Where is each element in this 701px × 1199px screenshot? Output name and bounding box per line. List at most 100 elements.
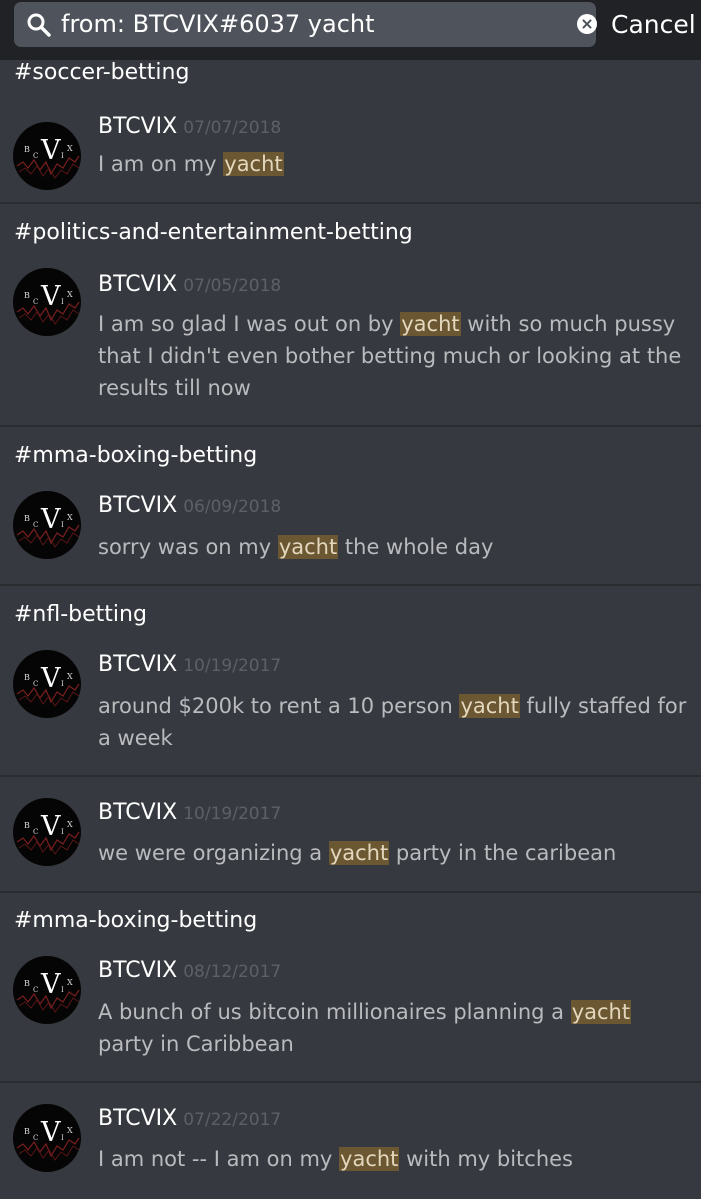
channel-name[interactable]: #soccer-betting — [14, 60, 189, 85]
avatar-letter: B — [24, 291, 30, 300]
avatar-letter: X — [67, 1126, 73, 1135]
avatar[interactable]: B C V I X — [13, 491, 81, 559]
search-highlight: yacht — [223, 152, 284, 176]
search-highlight: yacht — [570, 1000, 632, 1024]
avatar-letter: X — [67, 144, 73, 153]
message-timestamp: 07/05/2018 — [183, 276, 282, 296]
message-author[interactable]: BTCVIX — [98, 958, 177, 983]
avatar-letter: I — [61, 680, 64, 688]
avatar[interactable]: B C V I X — [13, 122, 81, 190]
divider — [0, 1081, 701, 1083]
avatar-letter: X — [67, 290, 73, 299]
message-author-line: BTCVIX 07/07/2018 — [98, 114, 281, 139]
message-author[interactable]: BTCVIX — [98, 114, 177, 139]
search-highlight: yacht — [277, 535, 339, 559]
message-text[interactable]: we were organizing a yacht party in the … — [98, 837, 688, 869]
avatar-letter: I — [61, 828, 64, 836]
message-author-line: BTCVIX 06/09/2018 — [98, 493, 281, 518]
message-author-line: BTCVIX 10/19/2017 — [98, 800, 281, 825]
search-input[interactable]: from: BTCVIX#6037 yacht — [14, 2, 597, 47]
message-text-before: A bunch of us bitcoin millionaires plann… — [98, 1000, 571, 1024]
message-text[interactable]: A bunch of us bitcoin millionaires plann… — [98, 996, 688, 1060]
channel-name[interactable]: #mma-boxing-betting — [14, 908, 257, 933]
avatar-letter: B — [24, 673, 30, 682]
message-text-after: with my bitches — [399, 1147, 573, 1171]
message-text[interactable]: around $200k to rent a 10 person yacht f… — [98, 690, 688, 754]
avatar-letter: I — [61, 1134, 64, 1142]
avatar-letter: B — [24, 514, 30, 523]
message-author[interactable]: BTCVIX — [98, 272, 177, 297]
message-timestamp: 06/09/2018 — [183, 497, 282, 517]
message-text-after: party in Caribbean — [98, 1032, 294, 1056]
search-icon — [27, 13, 51, 37]
avatar[interactable]: B C V I X — [13, 798, 81, 866]
avatar-letter: V — [41, 811, 61, 842]
search-query-text: from: BTCVIX#6037 yacht — [61, 10, 375, 38]
avatar-letter: V — [41, 281, 61, 312]
avatar-letter: V — [41, 663, 61, 694]
search-header: from: BTCVIX#6037 yacht Cancel — [0, 0, 701, 60]
avatar-letter: X — [67, 672, 73, 681]
message-author-line: BTCVIX 07/22/2017 — [98, 1106, 281, 1131]
avatar[interactable]: B C V I X — [13, 650, 81, 718]
message-timestamp: 07/22/2017 — [183, 1110, 282, 1130]
avatar-letter: B — [24, 821, 30, 830]
search-highlight: yacht — [459, 694, 520, 718]
message-author[interactable]: BTCVIX — [98, 1106, 177, 1131]
message-text[interactable]: I am so glad I was out on by yacht with … — [98, 308, 688, 404]
message-author[interactable]: BTCVIX — [98, 652, 177, 677]
avatar[interactable]: B C V I X — [13, 1104, 81, 1172]
message-text[interactable]: I am on my yacht — [98, 148, 688, 180]
avatar-letter: C — [33, 521, 39, 529]
message-text-before: around $200k to rent a 10 person — [98, 694, 460, 718]
message-author-line: BTCVIX 10/19/2017 — [98, 652, 281, 677]
channel-name[interactable]: #mma-boxing-betting — [14, 443, 257, 468]
message-text-after: party in the caribean — [389, 841, 617, 865]
message-text-before: I am so glad I was out on by — [98, 312, 401, 336]
channel-name[interactable]: #politics-and-entertainment-betting — [14, 220, 413, 245]
avatar-letter: C — [33, 986, 39, 994]
message-text-before: I am on my — [98, 152, 224, 176]
message-timestamp: 10/19/2017 — [183, 656, 282, 676]
search-results-list: #soccer-betting B C V I X BTCVIX 07/07/20… — [0, 60, 701, 1199]
message-text-before: sorry was on my — [98, 535, 278, 559]
avatar-letter: B — [24, 1127, 30, 1136]
avatar-letter: C — [33, 152, 39, 160]
avatar[interactable]: B C V I X — [13, 268, 81, 336]
message-timestamp: 08/12/2017 — [183, 962, 282, 982]
message-author-line: BTCVIX 07/05/2018 — [98, 272, 281, 297]
avatar-letter: C — [33, 1134, 39, 1142]
message-text-before: we were organizing a — [98, 841, 329, 865]
avatar-letter: X — [67, 820, 73, 829]
message-author[interactable]: BTCVIX — [98, 493, 177, 518]
search-highlight: yacht — [328, 841, 390, 865]
avatar-letter: V — [41, 1117, 61, 1148]
avatar-letter: C — [33, 298, 39, 306]
divider — [0, 775, 701, 777]
divider — [0, 584, 701, 586]
avatar-letter: X — [67, 513, 73, 522]
clear-search-icon[interactable] — [577, 14, 597, 34]
avatar-letter: I — [61, 152, 64, 160]
avatar-letter: B — [24, 145, 30, 154]
divider — [0, 425, 701, 427]
channel-name[interactable]: #nfl-betting — [14, 602, 147, 627]
divider — [0, 891, 701, 893]
message-text-before: I am not -- I am on my — [98, 1147, 340, 1171]
avatar-letter: C — [33, 680, 39, 688]
avatar-letter: V — [41, 969, 61, 1000]
divider — [0, 202, 701, 204]
avatar-letter: V — [41, 135, 61, 166]
avatar-letter: I — [61, 298, 64, 306]
message-author[interactable]: BTCVIX — [98, 800, 177, 825]
message-text[interactable]: sorry was on my yacht the whole day — [98, 531, 688, 563]
avatar-letter: X — [67, 978, 73, 987]
avatar[interactable]: B C V I X — [13, 956, 81, 1024]
message-author-line: BTCVIX 08/12/2017 — [98, 958, 281, 983]
message-text-after: the whole day — [338, 535, 494, 559]
message-timestamp: 10/19/2017 — [183, 804, 282, 824]
message-text[interactable]: I am not -- I am on my yacht with my bit… — [98, 1143, 688, 1175]
avatar-letter: I — [61, 521, 64, 529]
cancel-button[interactable]: Cancel — [611, 2, 696, 47]
avatar-letter: V — [41, 504, 61, 535]
